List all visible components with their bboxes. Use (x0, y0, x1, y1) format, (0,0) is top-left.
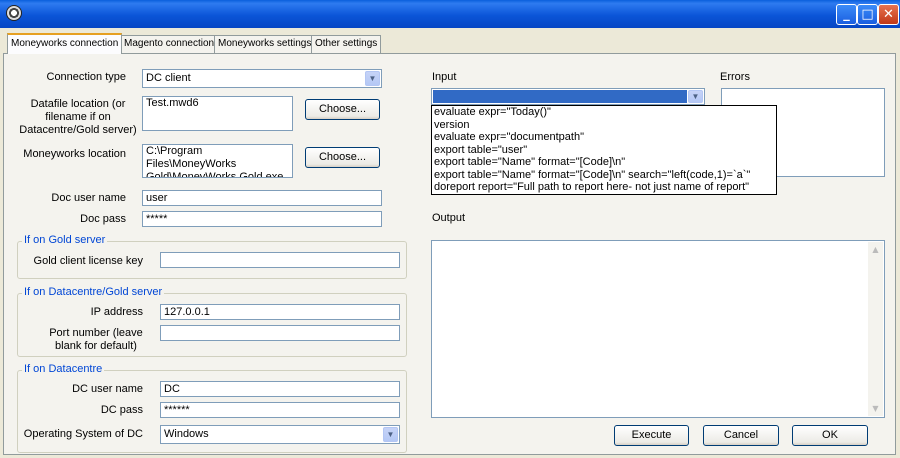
output-label: Output (432, 212, 466, 224)
execute-button[interactable]: Execute (614, 425, 689, 446)
tab-moneyworks-connection[interactable]: Moneyworks connection (7, 33, 123, 54)
dropdown-option[interactable]: version (432, 119, 776, 132)
gold-license-field[interactable] (160, 252, 400, 268)
input-select[interactable]: ▼ (431, 88, 705, 105)
output-textarea[interactable]: ▲ ▼ (431, 240, 885, 418)
dc-user-name-label: DC user name (72, 383, 143, 395)
ok-button[interactable]: OK (792, 425, 868, 446)
chevron-down-icon[interactable]: ▼ (365, 71, 380, 86)
chevron-down-icon[interactable]: ▼ (383, 427, 398, 442)
dropdown-option[interactable]: evaluate expr="Today()" (432, 106, 776, 119)
chevron-down-icon[interactable]: ▼ (688, 90, 703, 103)
port-number-label: Port number (leave blank for default) (49, 327, 143, 352)
tab-other-settings[interactable]: Other settings (311, 35, 382, 53)
errors-label: Errors (720, 71, 750, 83)
doc-user-name-field[interactable]: user (142, 190, 382, 206)
datacentre-gold-group-title: If on Datacentre/Gold server (22, 286, 165, 298)
dropdown-option[interactable]: export table="Name" format="[Code]\n" se… (432, 169, 776, 182)
doc-user-name-label: Doc user name (51, 192, 126, 204)
gold-license-label: Gold client license key (33, 255, 143, 267)
dc-os-label: Operating System of DC (23, 428, 143, 440)
datafile-location-label: Datafile location (or filename if on Dat… (19, 98, 137, 136)
app-gear-icon[interactable] (6, 5, 22, 21)
connection-type-label: Connection type (46, 71, 127, 83)
moneyworks-location-choose-button[interactable]: Choose... (305, 147, 380, 168)
tab-magento-connection[interactable]: Magento connection (120, 35, 219, 53)
doc-pass-label: Doc pass (80, 213, 126, 225)
connection-type-select[interactable]: DC client ▼ (142, 69, 382, 88)
dropdown-option[interactable]: export table="Name" format="[Code]\n" (432, 156, 776, 169)
arrow-up-icon[interactable]: ▲ (868, 242, 883, 257)
port-number-field[interactable] (160, 325, 400, 341)
dropdown-option[interactable]: export table="user" (432, 144, 776, 157)
dropdown-option[interactable]: doreport report="Full path to report her… (432, 181, 776, 194)
doc-pass-field[interactable]: ***** (142, 211, 382, 227)
dc-os-select[interactable]: Windows ▼ (160, 425, 400, 444)
gold-server-group-title: If on Gold server (22, 234, 108, 246)
minimize-button[interactable]: _ (836, 4, 857, 25)
dc-os-value: Windows (164, 428, 209, 440)
ip-address-field[interactable]: 127.0.0.1 (160, 304, 400, 320)
connection-type-value: DC client (146, 72, 191, 84)
dc-pass-label: DC pass (100, 404, 143, 416)
moneyworks-location-label: Moneyworks location (23, 148, 126, 160)
dropdown-option[interactable]: evaluate expr="documentpath" (432, 131, 776, 144)
ip-address-label: IP address (90, 306, 143, 318)
cancel-button[interactable]: Cancel (703, 425, 779, 446)
arrow-down-icon[interactable]: ▼ (868, 401, 883, 416)
moneyworks-location-field[interactable]: C:\Program Files\MoneyWorks Gold\MoneyWo… (142, 144, 293, 178)
datafile-location-field[interactable]: Test.mwd6 (142, 96, 293, 131)
datafile-choose-button[interactable]: Choose... (305, 99, 380, 120)
output-scrollbar[interactable]: ▲ ▼ (868, 242, 883, 416)
title-bar: _ □ ✕ (0, 0, 900, 28)
dc-pass-field[interactable]: ****** (160, 402, 400, 418)
maximize-button[interactable]: □ (857, 4, 878, 25)
input-label: Input (432, 71, 457, 83)
dc-user-name-field[interactable]: DC (160, 381, 400, 397)
datacentre-group-title: If on Datacentre (22, 363, 105, 375)
input-dropdown-list: evaluate expr="Today()" version evaluate… (431, 105, 777, 195)
close-button[interactable]: ✕ (878, 4, 899, 25)
tab-moneyworks-settings[interactable]: Moneyworks settings (214, 35, 316, 53)
